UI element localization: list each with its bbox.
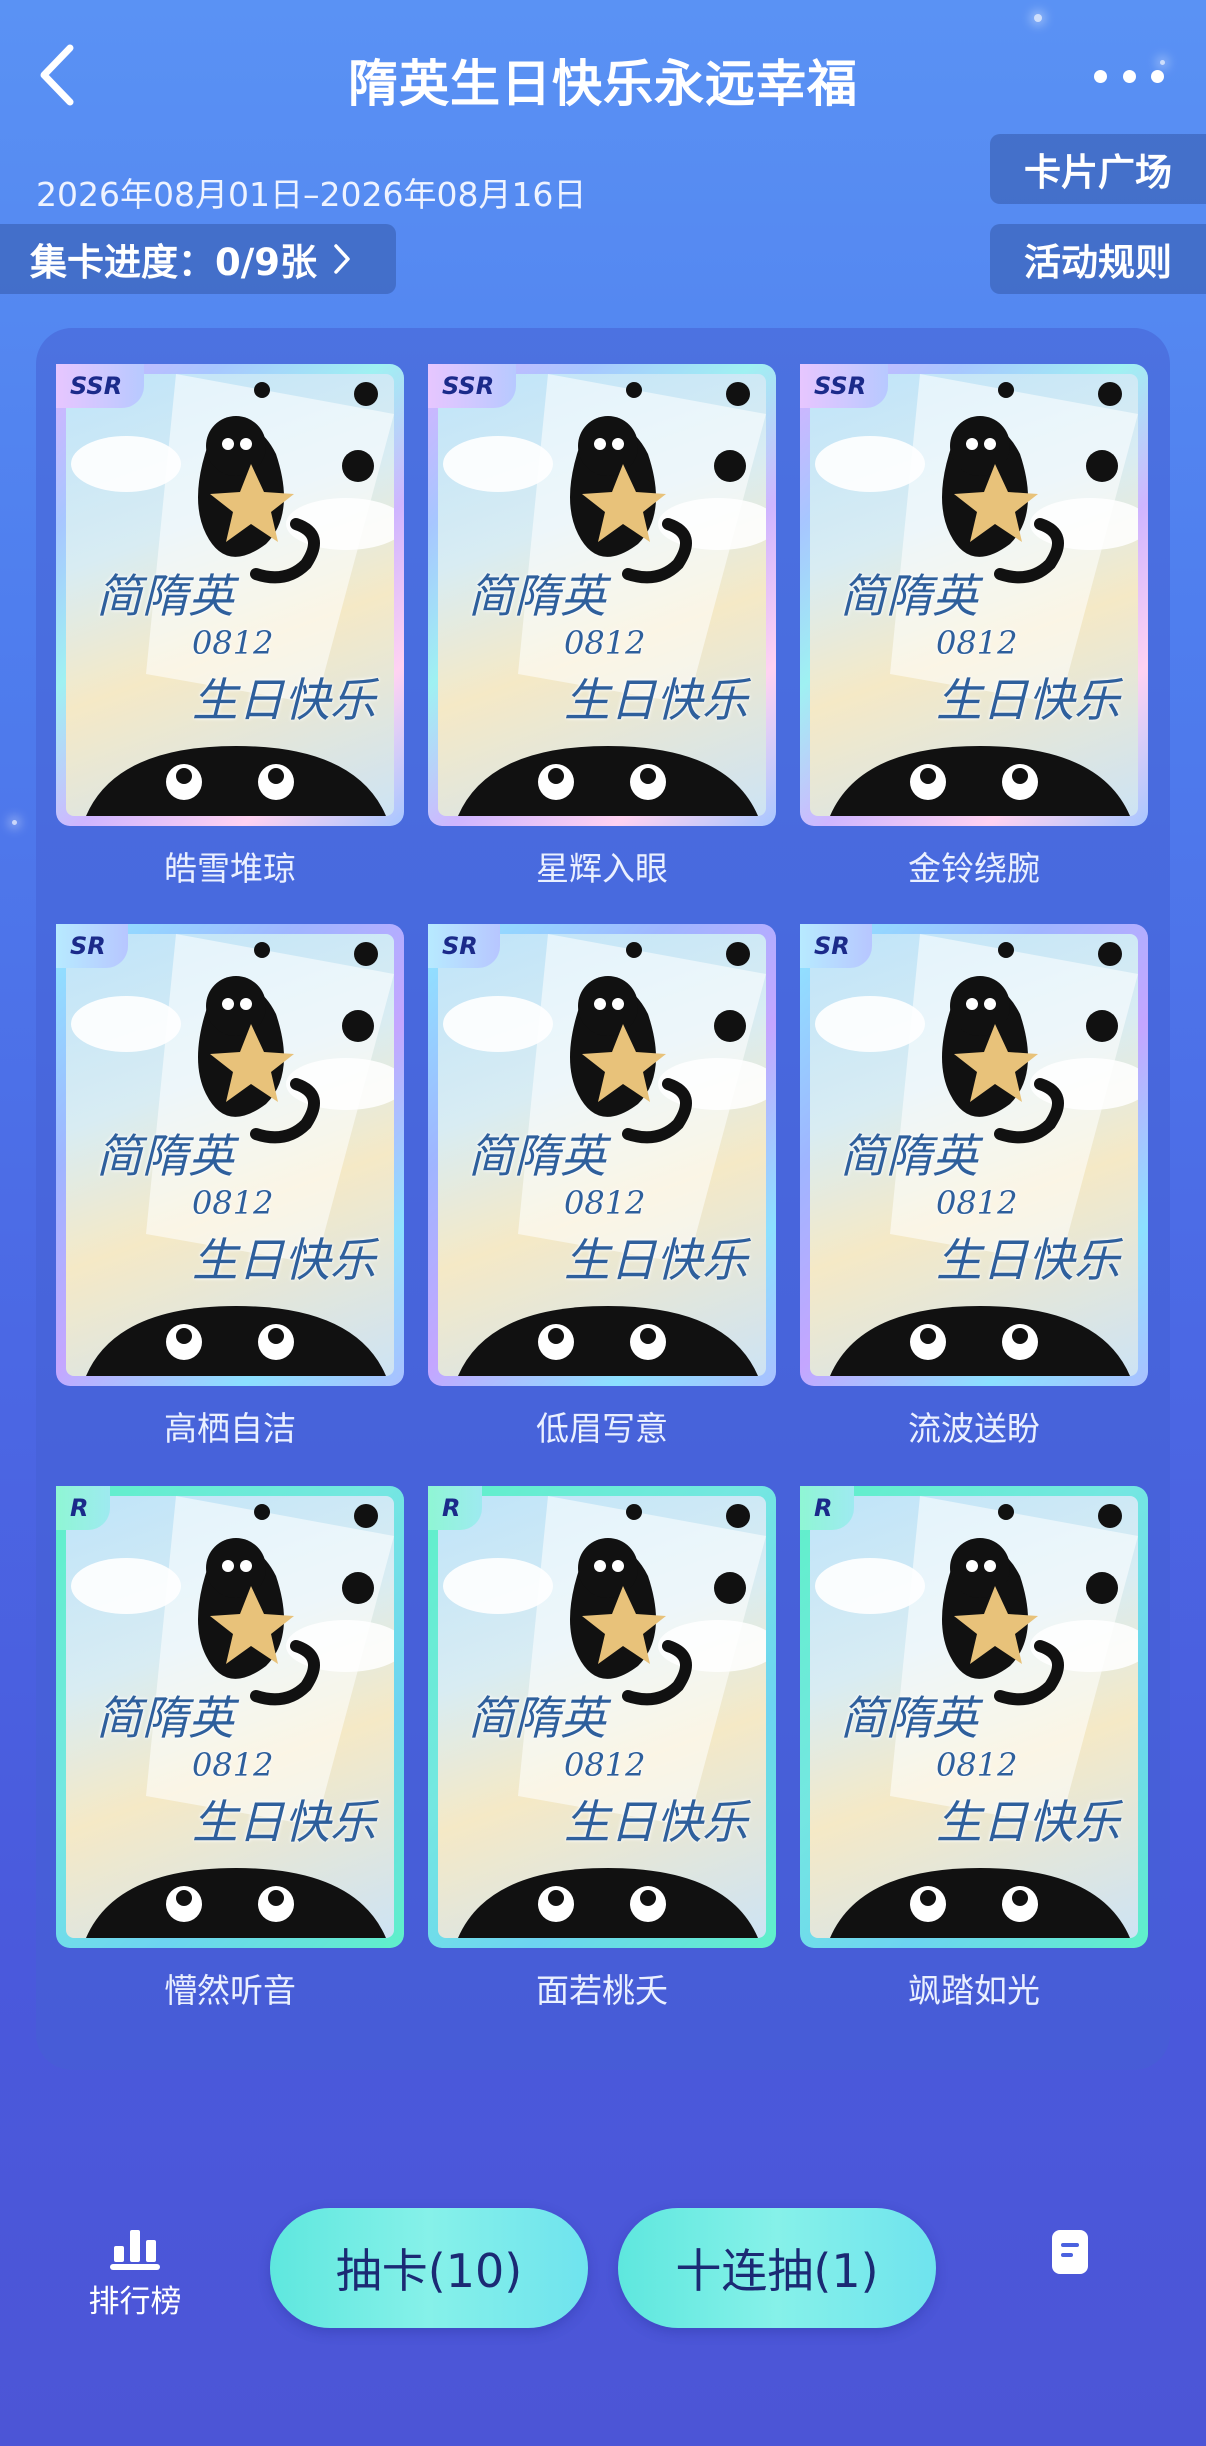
more-dots-icon bbox=[1094, 69, 1107, 83]
card-art-date: 0812 bbox=[564, 624, 646, 662]
card-art-name: 简隋英 bbox=[468, 1129, 606, 1183]
card-name: 面若桃夭 bbox=[536, 1971, 668, 2010]
rarity-badge: R bbox=[428, 1486, 483, 1530]
collection-card[interactable]: 简隋英 0812 生日快乐 SR bbox=[428, 924, 776, 1386]
rarity-badge: R bbox=[56, 1486, 111, 1530]
document-icon bbox=[1052, 2230, 1088, 2274]
card-art-date: 0812 bbox=[192, 624, 274, 662]
collection-card[interactable]: 简隋英 0812 生日快乐 SSR bbox=[800, 364, 1148, 826]
card-art-greeting: 生日快乐 bbox=[564, 1233, 748, 1287]
card-art: 简隋英 0812 生日快乐 bbox=[66, 374, 394, 816]
rarity-badge: R bbox=[800, 1486, 855, 1530]
card-art-date: 0812 bbox=[192, 1746, 274, 1784]
card-art-greeting: 生日快乐 bbox=[192, 1795, 376, 1849]
card-art-greeting: 生日快乐 bbox=[936, 673, 1120, 727]
ten-draw-button[interactable]: 十连抽(1) bbox=[618, 2208, 936, 2328]
collection-card[interactable]: 简隋英 0812 生日快乐 R bbox=[428, 1486, 776, 1948]
card-name: 高栖自洁 bbox=[164, 1409, 296, 1448]
card-name: 皓雪堆琼 bbox=[164, 849, 296, 888]
card-art-name: 简隋英 bbox=[96, 1129, 234, 1183]
collection-card[interactable]: 简隋英 0812 生日快乐 SR bbox=[56, 924, 404, 1386]
ranking-label: 排行榜 bbox=[88, 2284, 182, 2320]
card-art: 简隋英 0812 生日快乐 bbox=[66, 934, 394, 1376]
card-art-greeting: 生日快乐 bbox=[192, 673, 376, 727]
card-art-greeting: 生日快乐 bbox=[564, 1795, 748, 1849]
rarity-badge: SR bbox=[428, 924, 500, 968]
card-art-date: 0812 bbox=[936, 1746, 1018, 1784]
draw-card-button[interactable]: 抽卡(10) bbox=[270, 2208, 588, 2328]
collection-card[interactable]: 简隋英 0812 生日快乐 SSR bbox=[428, 364, 776, 826]
card-name: 星辉入眼 bbox=[536, 849, 668, 888]
card-art-name: 简隋英 bbox=[840, 1129, 978, 1183]
card-art-date: 0812 bbox=[564, 1746, 646, 1784]
card-art: 简隋英 0812 生日快乐 bbox=[810, 374, 1138, 816]
card-art: 简隋英 0812 生日快乐 bbox=[438, 934, 766, 1376]
card-art: 简隋英 0812 生日快乐 bbox=[810, 1496, 1138, 1938]
ranking-button[interactable]: 排行榜 bbox=[80, 2226, 190, 2321]
collection-progress-button[interactable]: 集卡进度：0/9张 bbox=[0, 224, 396, 294]
record-button[interactable] bbox=[1050, 2228, 1090, 2276]
card-art-name: 简隋英 bbox=[468, 1691, 606, 1745]
card-art-name: 简隋英 bbox=[96, 569, 234, 623]
event-date-range: 2026年08月01日–2026年08月16日 bbox=[36, 175, 587, 214]
card-name: 流波送盼 bbox=[908, 1409, 1040, 1448]
card-art-date: 0812 bbox=[192, 1184, 274, 1222]
card-art-greeting: 生日快乐 bbox=[564, 673, 748, 727]
collection-card[interactable]: 简隋英 0812 生日快乐 SSR bbox=[56, 364, 404, 826]
more-dot bbox=[1122, 69, 1136, 83]
top-bar: 隋英生日快乐永远幸福 bbox=[0, 0, 1206, 150]
more-dot bbox=[1151, 69, 1164, 83]
rarity-badge: SSR bbox=[428, 364, 517, 408]
card-art-date: 0812 bbox=[564, 1184, 646, 1222]
card-art-greeting: 生日快乐 bbox=[936, 1233, 1120, 1287]
card-art: 简隋英 0812 生日快乐 bbox=[810, 934, 1138, 1376]
sparkle-decoration bbox=[12, 820, 17, 825]
bar-chart-icon bbox=[110, 2230, 160, 2270]
page-title: 隋英生日快乐永远幸福 bbox=[348, 55, 858, 113]
card-art-name: 简隋英 bbox=[840, 1691, 978, 1745]
collection-card[interactable]: 简隋英 0812 生日快乐 R bbox=[800, 1486, 1148, 1948]
card-name: 懵然听音 bbox=[164, 1971, 296, 2010]
bottom-action-bar: 排行榜 抽卡(10) 十连抽(1) bbox=[0, 2180, 1206, 2446]
rarity-badge: SR bbox=[56, 924, 128, 968]
card-art: 简隋英 0812 生日快乐 bbox=[438, 374, 766, 816]
rarity-badge: SR bbox=[800, 924, 872, 968]
more-options-button[interactable] bbox=[1094, 56, 1164, 96]
card-name: 飒踏如光 bbox=[908, 1971, 1040, 2010]
card-art-name: 简隋英 bbox=[468, 569, 606, 623]
card-art-date: 0812 bbox=[936, 1184, 1018, 1222]
collection-progress-label: 集卡进度：0/9张 bbox=[30, 241, 318, 284]
collection-card[interactable]: 简隋英 0812 生日快乐 R bbox=[56, 1486, 404, 1948]
card-art-date: 0812 bbox=[936, 624, 1018, 662]
card-plaza-button[interactable]: 卡片广场 bbox=[990, 134, 1206, 204]
card-art-name: 简隋英 bbox=[840, 569, 978, 623]
chevron-right-icon bbox=[334, 244, 350, 274]
card-name: 金铃绕腕 bbox=[908, 849, 1040, 888]
rarity-badge: SSR bbox=[56, 364, 145, 408]
card-art: 简隋英 0812 生日快乐 bbox=[438, 1496, 766, 1938]
card-art-greeting: 生日快乐 bbox=[192, 1233, 376, 1287]
card-name: 低眉写意 bbox=[536, 1409, 668, 1448]
activity-rules-button[interactable]: 活动规则 bbox=[990, 224, 1206, 294]
rarity-badge: SSR bbox=[800, 364, 889, 408]
collection-card[interactable]: 简隋英 0812 生日快乐 SR bbox=[800, 924, 1148, 1386]
card-art: 简隋英 0812 生日快乐 bbox=[66, 1496, 394, 1938]
card-art-greeting: 生日快乐 bbox=[936, 1795, 1120, 1849]
card-art-name: 简隋英 bbox=[96, 1691, 234, 1745]
